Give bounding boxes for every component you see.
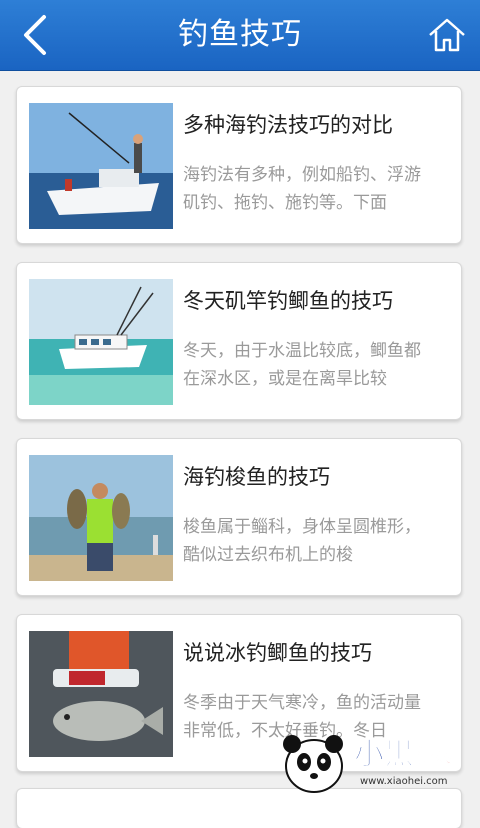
article-card[interactable]: 多种海钓法技巧的对比 海钓法有多种，例如船钓、浮游矶钓、拖钓、施钓等。下面 bbox=[16, 86, 462, 244]
article-card[interactable]: 海钓梭鱼的技巧 梭鱼属于鲻科，身体呈圆椎形，酷似过去织布机上的梭 bbox=[16, 438, 462, 596]
page-title: 钓鱼技巧 bbox=[178, 17, 302, 52]
article-thumbnail bbox=[29, 455, 173, 581]
article-summary: 梭鱼属于鲻科，身体呈圆椎形，酷似过去织布机上的梭 bbox=[183, 517, 421, 565]
app-header: 钓鱼技巧 bbox=[0, 0, 480, 71]
home-icon bbox=[429, 18, 465, 52]
article-title: 海钓梭鱼的技巧 bbox=[183, 465, 330, 489]
article-thumbnail bbox=[29, 279, 173, 405]
watermark-logo: 小黑 游戏 www.xiaohei.com bbox=[276, 716, 476, 796]
article-title: 冬天矶竿钓鲫鱼的技巧 bbox=[183, 289, 393, 313]
article-card[interactable]: 冬天矶竿钓鲫鱼的技巧 冬天，由于水温比较底，鲫鱼都在深水区，或是在离旱比较 bbox=[16, 262, 462, 420]
svg-text:小黑: 小黑 bbox=[354, 737, 414, 772]
article-title: 多种海钓法技巧的对比 bbox=[183, 113, 393, 137]
article-summary: 海钓法有多种，例如船钓、浮游矶钓、拖钓、施钓等。下面 bbox=[183, 165, 421, 213]
article-thumbnail bbox=[29, 631, 173, 757]
svg-text:游戏: 游戏 bbox=[416, 745, 452, 767]
article-thumbnail bbox=[29, 103, 173, 229]
svg-text:www.xiaohei.com: www.xiaohei.com bbox=[360, 776, 448, 787]
article-summary: 冬天，由于水温比较底，鲫鱼都在深水区，或是在离旱比较 bbox=[183, 341, 421, 389]
home-button[interactable] bbox=[424, 12, 470, 58]
article-title: 说说冰钓鲫鱼的技巧 bbox=[183, 641, 372, 665]
